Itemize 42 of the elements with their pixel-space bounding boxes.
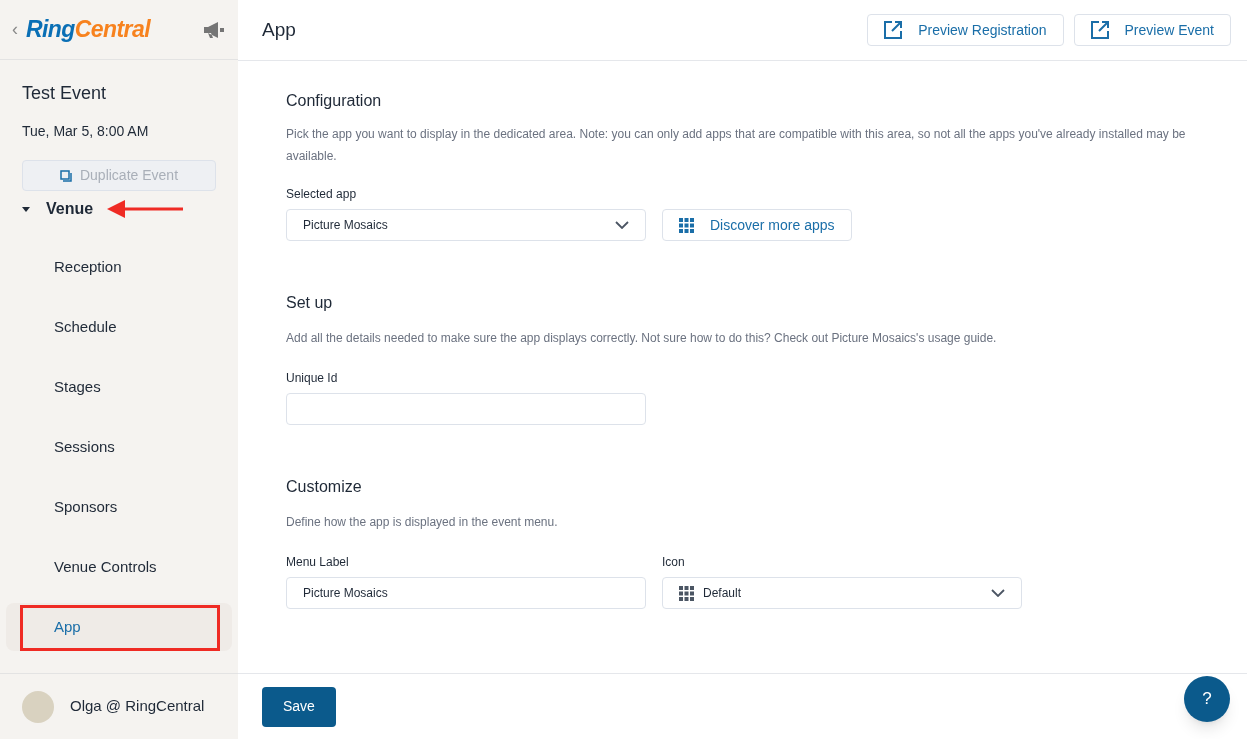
field-label: Menu Label <box>286 554 350 571</box>
caret-icon[interactable] <box>22 206 30 212</box>
section-title: Configuration <box>286 91 383 111</box>
help-button[interactable]: ? <box>1184 676 1230 722</box>
preview-button[interactable]: Preview Event <box>1073 14 1231 46</box>
section-description: Pick the app you want to display in the dedicated area. Note: you can only add apps that are compatible with this area, so not all the apps you've already installed may be available. <box>286 126 1187 165</box>
section-title: Customize <box>286 477 363 497</box>
menu-label-input[interactable]: Picture Mosaics <box>286 577 646 609</box>
avatar <box>22 690 54 723</box>
preview-button[interactable]: Preview Registration <box>867 14 1064 46</box>
grid-icon <box>679 217 694 233</box>
chevron-down-icon <box>991 589 1005 597</box>
user-name[interactable]: Olga @ RingCentral <box>70 695 205 718</box>
nav-item[interactable]: Reception <box>6 243 232 291</box>
section-description: Define how the app is displayed in the event menu. <box>286 514 559 531</box>
field-label: Icon <box>662 554 686 571</box>
grid-icon <box>679 585 694 601</box>
page-title: App <box>262 17 296 42</box>
nav-item[interactable]: App <box>6 603 232 651</box>
app-select[interactable]: Picture Mosaics <box>286 209 646 241</box>
section-description: Add all the details needed to make sure the app displays correctly. Not sure how to do this? Check out Picture Mosaics's usage guide. <box>286 330 998 347</box>
nav-item[interactable]: Schedule <box>6 303 232 351</box>
event-date: Tue, Mar 5, 8:00 AM <box>22 122 150 141</box>
logo: RingCentral <box>26 15 151 45</box>
nav-item[interactable]: Stages <box>6 363 232 411</box>
external-link-icon <box>884 21 903 39</box>
copy-icon <box>59 169 72 182</box>
nav-item[interactable]: Sponsors <box>6 483 232 531</box>
save-button[interactable]: Save <box>262 686 336 727</box>
nav-item[interactable]: Sessions <box>6 423 232 471</box>
icon-select[interactable]: Default <box>662 577 1022 609</box>
nav-item[interactable]: Venue Controls <box>6 543 232 591</box>
external-link-icon <box>1090 21 1109 39</box>
discover-apps-button[interactable]: Discover more apps <box>662 209 852 241</box>
unique-id-input[interactable] <box>286 393 646 425</box>
section-title: Set up <box>286 293 334 313</box>
field-label: Unique Id <box>286 370 339 387</box>
venue-heading[interactable]: Venue <box>46 197 94 221</box>
chevron-down-icon <box>615 221 629 229</box>
event-title: Test Event <box>22 82 108 105</box>
megaphone-icon[interactable] <box>203 20 225 39</box>
field-label: Selected app <box>286 186 358 203</box>
